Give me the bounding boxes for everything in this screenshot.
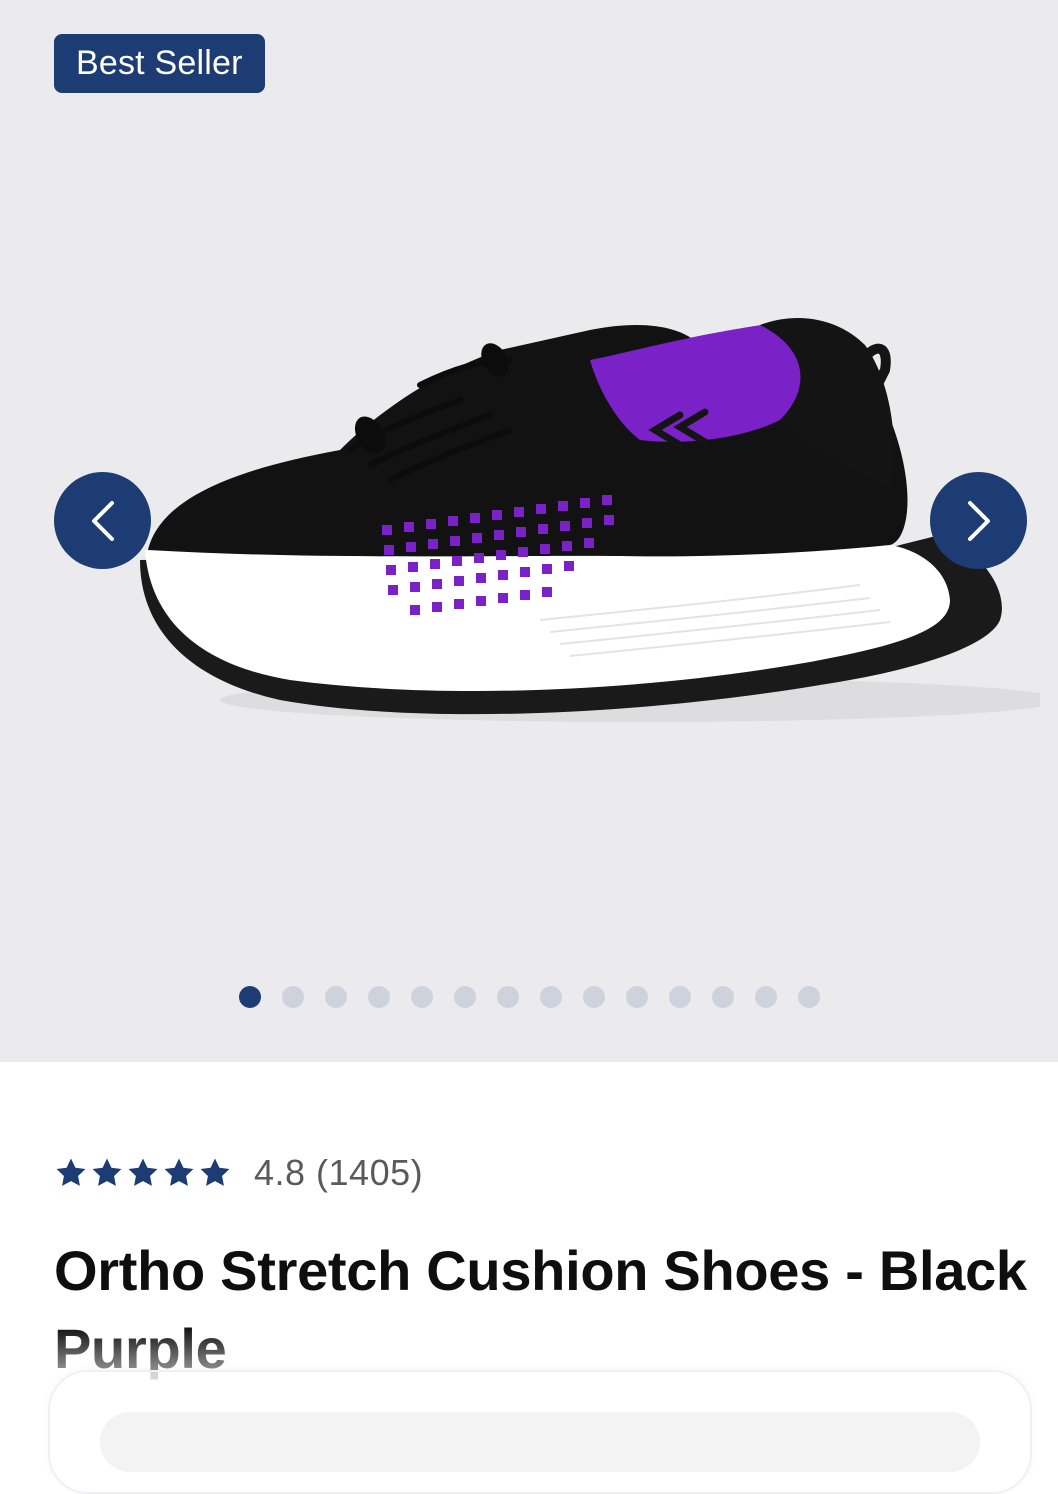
product-gallery: Best Seller (0, 0, 1058, 1062)
gallery-dot[interactable] (497, 986, 519, 1008)
product-rating[interactable]: 4.8 (1405) (54, 1150, 423, 1196)
gallery-dot[interactable] (368, 986, 390, 1008)
gallery-dot[interactable] (712, 986, 734, 1008)
rating-summary: 4.8 (1405) (254, 1152, 424, 1193)
gallery-dot[interactable] (411, 986, 433, 1008)
star-icon (198, 1156, 232, 1190)
prev-image-button[interactable] (54, 472, 151, 569)
gallery-dot[interactable] (282, 986, 304, 1008)
gallery-dot[interactable] (798, 986, 820, 1008)
star-icon (162, 1156, 196, 1190)
gallery-dot[interactable] (669, 986, 691, 1008)
gallery-pagination-dots (0, 986, 1058, 1008)
chevron-right-icon (967, 500, 990, 541)
star-icon (90, 1156, 124, 1190)
gallery-dot[interactable] (239, 986, 261, 1008)
gallery-dot[interactable] (454, 986, 476, 1008)
gallery-dot[interactable] (583, 986, 605, 1008)
next-image-button[interactable] (930, 472, 1027, 569)
best-seller-badge: Best Seller (54, 34, 265, 93)
product-title: Ortho Stretch Cushion Shoes - Black Purp… (54, 1239, 1027, 1380)
gallery-dot[interactable] (325, 986, 347, 1008)
gallery-dot[interactable] (755, 986, 777, 1008)
bottom-sheet-field[interactable] (100, 1412, 980, 1472)
star-icon (126, 1156, 160, 1190)
star-icon (54, 1156, 88, 1190)
star-rating (54, 1156, 232, 1190)
gallery-dot[interactable] (626, 986, 648, 1008)
gallery-dot[interactable] (540, 986, 562, 1008)
product-image[interactable] (120, 300, 1040, 740)
chevron-left-icon (91, 500, 114, 541)
